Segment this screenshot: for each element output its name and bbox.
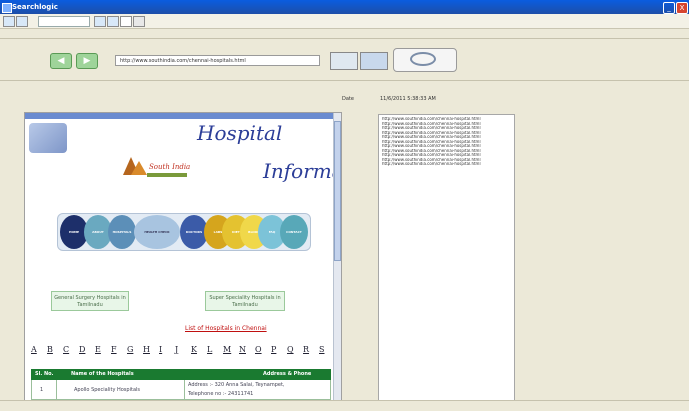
divider xyxy=(0,38,689,39)
table-row: 1 Apollo Speciality Hospitals Address :-… xyxy=(31,380,331,400)
alphabet-link[interactable]: C xyxy=(63,345,69,354)
vertical-scrollbar[interactable] xyxy=(333,113,341,400)
logo-text: South India xyxy=(149,163,191,171)
alphabet-link[interactable]: J xyxy=(175,345,178,354)
alphabet-link[interactable]: I xyxy=(159,345,162,354)
site-menu: HOME ABOUT HOSPITALS HEALTH CHECK DOCTOR… xyxy=(57,213,311,251)
alphabet-link[interactable]: P xyxy=(271,345,276,354)
hospital-name: Apollo Speciality Hospitals xyxy=(74,387,140,393)
cell-divider xyxy=(184,380,185,399)
scrollbar-thumb[interactable] xyxy=(334,121,341,261)
alphabet-link[interactable]: B xyxy=(47,345,53,354)
toolbar-field[interactable] xyxy=(38,16,90,27)
print-icon[interactable] xyxy=(133,16,145,27)
alphabet-link[interactable]: K xyxy=(191,345,197,354)
alphabet-link[interactable]: E xyxy=(95,345,101,354)
hospital-phone: Telephone no :- 24311741 xyxy=(188,391,254,397)
alphabet-link[interactable]: Q xyxy=(287,345,294,354)
go-button[interactable] xyxy=(330,52,358,70)
results-list[interactable]: http://www.southindia.com/chennai-hospit… xyxy=(378,114,515,402)
close-button[interactable]: X xyxy=(676,2,688,14)
hospital-address: Address :- 320 Anna Salai, Teynampet, xyxy=(188,382,285,388)
home-icon[interactable] xyxy=(3,16,15,27)
copy-icon[interactable] xyxy=(94,16,106,27)
refresh-icon[interactable] xyxy=(16,16,28,27)
app-icon xyxy=(2,3,12,13)
hospital-title: Hospital xyxy=(197,121,283,145)
search-icon xyxy=(410,52,436,66)
divider xyxy=(0,80,689,81)
row-number: 1 xyxy=(40,387,44,393)
super-speciality-hospitals-link[interactable]: Super Speciality Hospitals in Tamilnadu xyxy=(205,291,285,311)
alphabet-link[interactable]: F xyxy=(111,345,117,354)
alphabet-link[interactable]: R xyxy=(303,345,309,354)
information-title: Informat xyxy=(263,159,341,183)
browser-view[interactable]: South India Hospital Informat HOME ABOUT… xyxy=(24,112,342,401)
alphabet-link[interactable]: D xyxy=(79,345,85,354)
menu-item[interactable]: HOSPITALS xyxy=(108,215,136,249)
date-label: Date xyxy=(342,96,354,102)
column-header-address: Address & Phone xyxy=(263,371,312,377)
hospitals-list-link[interactable]: List of Hospitals in Chennai xyxy=(185,325,267,332)
alphabet-link[interactable]: A xyxy=(31,345,37,354)
alphabet-link[interactable]: O xyxy=(255,345,262,354)
date-value: 11/6/2011 5:38:33 AM xyxy=(380,96,436,102)
alphabet-link[interactable]: N xyxy=(239,345,246,354)
window-title: Searchlogic xyxy=(12,3,58,11)
alphabet-link[interactable]: G xyxy=(127,345,133,354)
search-button[interactable] xyxy=(393,48,457,72)
page-banner: South India Hospital Informat xyxy=(25,113,341,188)
alphabet-link[interactable]: H xyxy=(143,345,150,354)
column-header-name: Name of the Hospitals xyxy=(71,371,134,377)
menu-item[interactable]: HEALTH CHECK xyxy=(134,215,180,249)
forward-button[interactable]: ▶ xyxy=(76,53,98,69)
hospital-building-image xyxy=(29,123,67,153)
column-header-sl-no: Sl. No. xyxy=(35,371,54,377)
table-header: Sl. No. Name of the Hospitals Address & … xyxy=(31,369,331,380)
paste-icon[interactable] xyxy=(107,16,119,27)
alphabet-link[interactable]: S xyxy=(319,345,324,354)
title-bar: Searchlogic _ X xyxy=(0,0,689,14)
open-button[interactable] xyxy=(360,52,388,70)
toolbar xyxy=(0,14,689,29)
general-surgery-hospitals-link[interactable]: General Surgery Hospitals in Tamilnadu xyxy=(51,291,129,311)
cell-divider xyxy=(56,380,57,399)
alphabet-link[interactable]: M xyxy=(223,345,231,354)
menu-item[interactable]: CONTACT xyxy=(280,215,308,249)
status-bar xyxy=(0,400,689,411)
minimize-button[interactable]: _ xyxy=(663,2,675,14)
alphabet-index: A B C D E F G H I J K L M N O P Q R S xyxy=(31,345,331,355)
back-button[interactable]: ◀ xyxy=(50,53,72,69)
alphabet-link[interactable]: L xyxy=(207,345,212,354)
help-icon[interactable] xyxy=(120,16,132,27)
result-item[interactable]: http://www.southindia.com/chennai-hospit… xyxy=(379,162,514,167)
url-input[interactable]: http://www.southindia.com/chennai-hospit… xyxy=(115,55,320,66)
